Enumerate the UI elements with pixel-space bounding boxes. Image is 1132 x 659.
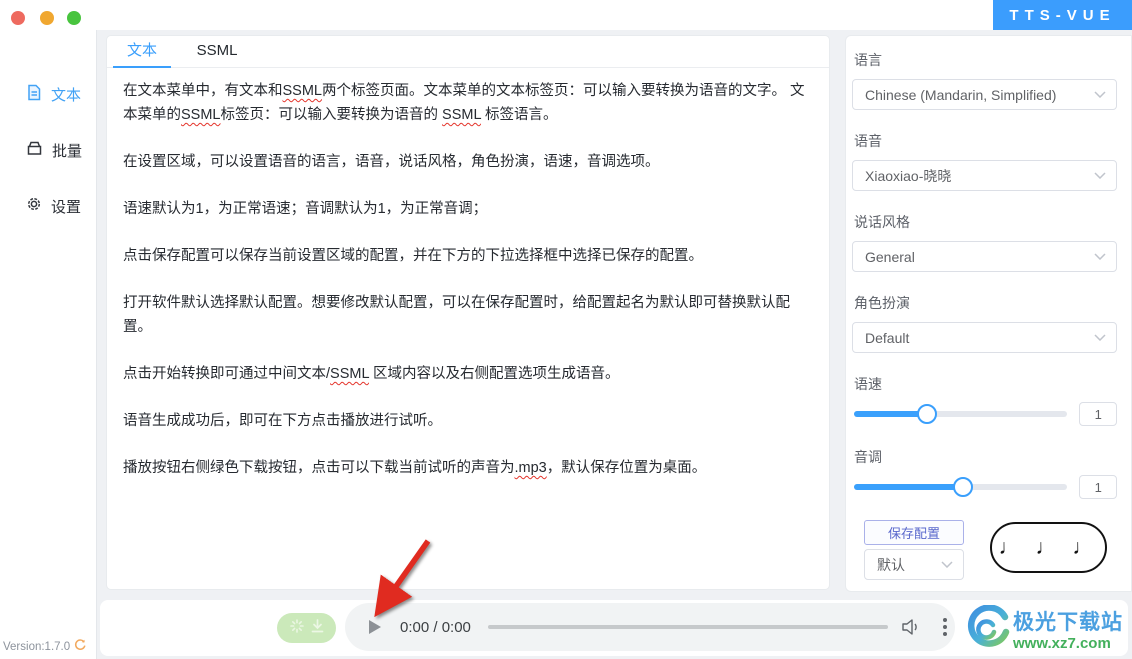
download-audio-button[interactable]: [277, 613, 336, 643]
chevron-down-icon: [1094, 253, 1106, 260]
speed-slider-thumb[interactable]: [917, 404, 937, 424]
refresh-icon[interactable]: [74, 639, 86, 654]
gear-icon: [26, 196, 42, 216]
speed-slider-fill: [854, 411, 927, 417]
role-value: Default: [865, 330, 909, 346]
download-icon: [311, 619, 324, 638]
settings-panel: 语言 Chinese (Mandarin, Simplified) 语音 Xia…: [845, 35, 1132, 592]
paragraph: 语速默认为1，为正常语速；音调默认为1，为正常音调；: [123, 197, 813, 221]
minimize-window-button[interactable]: [40, 11, 54, 25]
paragraph: 播放按钮右侧绿色下载按钮，点击可以下载当前试听的声音为.mp3，默认保存位置为桌…: [123, 456, 813, 480]
style-label: 说话风格: [854, 212, 1117, 232]
speed-value-box[interactable]: 1: [1079, 402, 1117, 426]
player-bar: 0:00 / 0:00 极光下载站 www.xz7.com: [100, 600, 1128, 656]
volume-icon[interactable]: [902, 619, 922, 635]
sidebar-item-label: 设置: [51, 196, 81, 217]
paragraph: 打开软件默认选择默认配置。想要修改默认配置，可以在保存配置时，给配置起名为默认即…: [123, 291, 813, 339]
role-select[interactable]: Default: [852, 322, 1117, 353]
app-logo: TTS-VUE: [993, 0, 1132, 30]
chevron-down-icon: [941, 561, 953, 568]
paragraph: 在设置区域，可以设置语音的语言，语音，说话风格，角色扮演，语速，音调选项。: [123, 150, 813, 174]
audio-player: 0:00 / 0:00: [345, 603, 955, 651]
sidebar-item-settings[interactable]: 设置: [0, 188, 96, 224]
watermark-site-name: 极光下载站: [1013, 612, 1123, 633]
tab-ssml[interactable]: SSML: [188, 36, 246, 67]
text-card: 文本 SSML 在文本菜单中，有文本和SSML两个标签页面。文本菜单的文本标签页…: [106, 35, 830, 590]
language-label: 语言: [854, 50, 1117, 70]
pitch-slider-fill: [854, 484, 963, 490]
chevron-down-icon: [1094, 334, 1106, 341]
watermark: 极光下载站 www.xz7.com: [963, 605, 1123, 658]
role-label: 角色扮演: [854, 293, 1117, 313]
save-config-button[interactable]: 保存配置: [864, 520, 964, 545]
sidebar-item-batch[interactable]: 批量: [0, 132, 96, 168]
spinner-icon: [290, 619, 304, 638]
paragraph: 点击开始转换即可通过中间文本/SSML 区域内容以及右侧配置选项生成语音。: [123, 362, 813, 386]
zoom-window-button[interactable]: [67, 11, 81, 25]
language-select[interactable]: Chinese (Mandarin, Simplified): [852, 79, 1117, 110]
voice-label: 语音: [854, 131, 1117, 151]
close-window-button[interactable]: [11, 11, 25, 25]
sidebar-item-label: 文本: [51, 84, 81, 105]
sidebar: 文本 批量 设置 Version:1.7.0: [0, 30, 97, 659]
tabbar: 文本 SSML: [107, 36, 829, 68]
pitch-slider-thumb[interactable]: [953, 477, 973, 497]
language-value: Chinese (Mandarin, Simplified): [865, 87, 1056, 103]
paragraph: 语音生成成功后，即可在下方点击播放进行试听。: [123, 409, 813, 433]
paragraph: 在文本菜单中，有文本和SSML两个标签页面。文本菜单的文本标签页：可以输入要转换…: [123, 79, 813, 127]
speed-label: 语速: [854, 374, 1117, 394]
sidebar-item-text[interactable]: 文本: [0, 76, 96, 112]
watermark-logo: [963, 605, 1011, 658]
text-editor[interactable]: 在文本菜单中，有文本和SSML两个标签页面。文本菜单的文本标签页：可以输入要转换…: [107, 68, 829, 480]
pitch-value-box[interactable]: 1: [1079, 475, 1117, 499]
paragraph: 点击保存配置可以保存当前设置区域的配置，并在下方的下拉选择框中选择已保存的配置。: [123, 244, 813, 268]
config-row: 保存配置 默认 ♩ ♩ ♩: [864, 520, 1117, 580]
version-row: Version:1.7.0: [3, 639, 86, 654]
play-icon[interactable]: [368, 620, 382, 634]
tab-text[interactable]: 文本: [113, 36, 171, 67]
version-label: Version:1.7.0: [3, 641, 70, 653]
voice-select[interactable]: Xiaoxiao-晓晓: [852, 160, 1117, 191]
pitch-slider[interactable]: [854, 477, 1067, 497]
style-select[interactable]: General: [852, 241, 1117, 272]
batch-icon: [26, 140, 43, 160]
pitch-slider-row: 1: [852, 476, 1117, 498]
watermark-site-url: www.xz7.com: [1013, 636, 1123, 651]
player-time: 0:00 / 0:00: [400, 619, 471, 636]
config-select[interactable]: 默认: [864, 549, 964, 580]
document-icon: [26, 84, 42, 105]
speed-slider[interactable]: [854, 404, 1067, 424]
sidebar-item-label: 批量: [52, 140, 82, 161]
config-select-value: 默认: [877, 555, 905, 575]
style-value: General: [865, 249, 915, 265]
more-vertical-icon[interactable]: [939, 614, 951, 640]
voice-value: Xiaoxiao-晓晓: [865, 166, 951, 186]
music-notes-button[interactable]: ♩ ♩ ♩: [990, 522, 1107, 573]
pitch-label: 音调: [854, 447, 1117, 467]
titlebar: TTS-VUE: [0, 0, 1132, 30]
seek-bar[interactable]: [488, 625, 888, 629]
speed-slider-row: 1: [852, 403, 1117, 425]
chevron-down-icon: [1094, 91, 1106, 98]
app-window: TTS-VUE 文本 批量 设置 Version:1.7.0: [0, 0, 1132, 659]
chevron-down-icon: [1094, 172, 1106, 179]
